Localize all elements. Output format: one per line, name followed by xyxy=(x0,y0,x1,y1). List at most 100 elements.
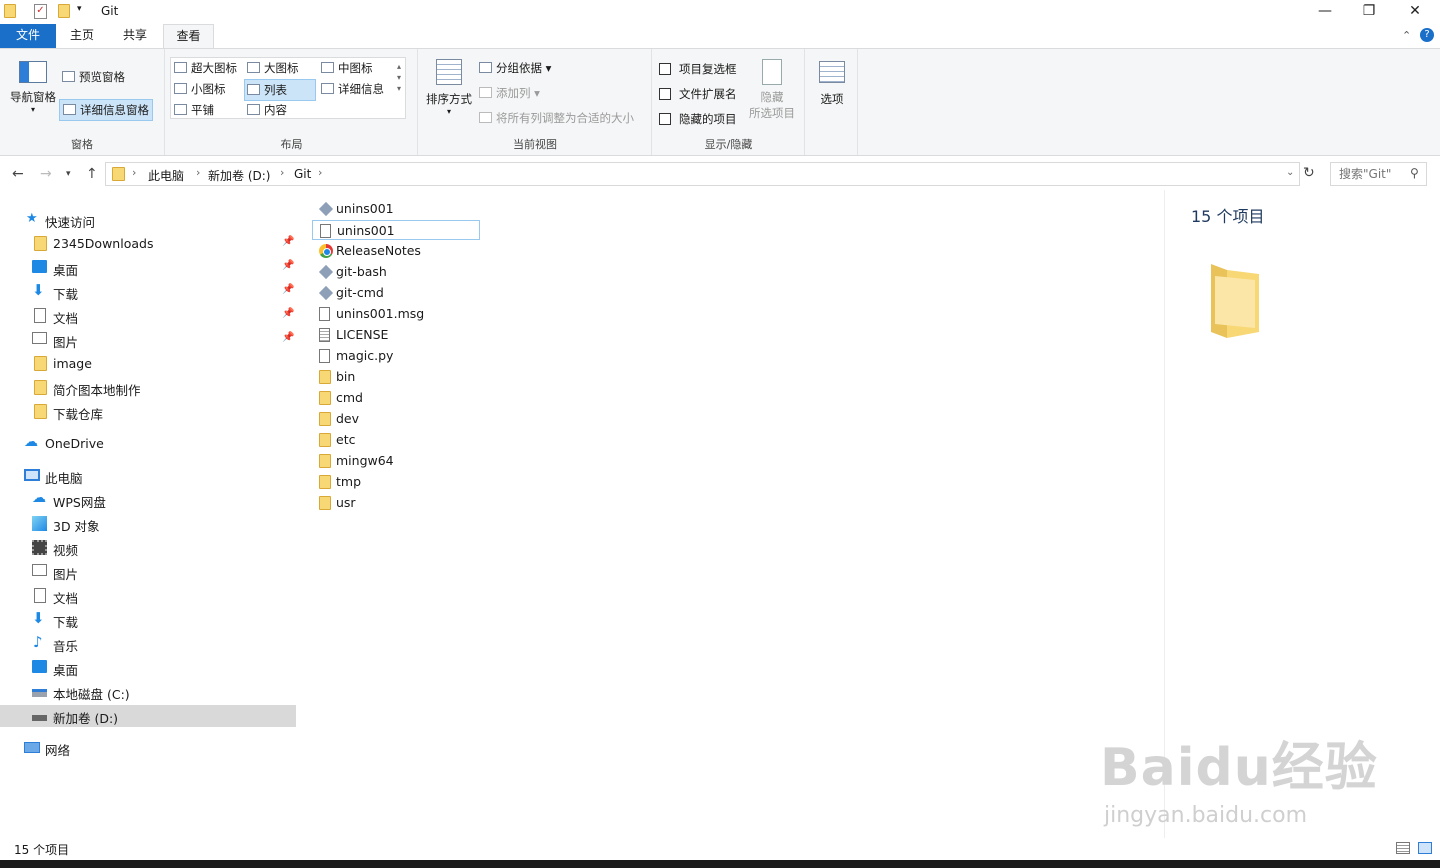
nav-item-drive-c[interactable]: 本地磁盘 (C:) xyxy=(0,681,296,703)
tab-view[interactable]: 查看 xyxy=(163,24,214,48)
nav-pane-button[interactable]: 导航窗格 ▾ xyxy=(6,61,60,114)
nav-item-pictures[interactable]: 图片 📌 xyxy=(0,329,296,351)
search-icon[interactable]: ⚲ xyxy=(1410,166,1419,180)
group-by-button[interactable]: 分组依据 ▾ xyxy=(479,60,551,76)
list-item[interactable]: etc xyxy=(312,430,480,450)
tab-home[interactable]: 主页 xyxy=(62,24,102,48)
nav-this-pc[interactable]: 此电脑 xyxy=(0,465,296,487)
preview-pane-button[interactable]: 预览窗格 xyxy=(62,69,125,85)
restore-icon[interactable]: ❐ xyxy=(1346,0,1392,24)
breadcrumb-git[interactable]: Git xyxy=(294,167,311,181)
address-bar[interactable]: › 此电脑 › 新加卷 (D:) › Git › ⌄ xyxy=(105,162,1300,186)
hidden-items-toggle[interactable]: 隐藏的项目 xyxy=(659,111,737,127)
list-item[interactable]: unins001 xyxy=(312,199,480,219)
up-icon[interactable]: ↑ xyxy=(86,166,98,182)
back-icon[interactable]: ← xyxy=(12,166,24,182)
nav-item-drive-d[interactable]: 新加卷 (D:) xyxy=(0,705,296,727)
chevron-right-icon[interactable]: › xyxy=(132,166,136,179)
search-box[interactable]: ⚲ xyxy=(1330,162,1427,186)
nav-item-pc-downloads[interactable]: ⬇ 下载 xyxy=(0,609,296,631)
new-folder-icon[interactable] xyxy=(58,4,70,18)
pin-icon[interactable]: 📌 xyxy=(282,236,294,247)
item-checkboxes-toggle[interactable]: 项目复选框 xyxy=(659,61,737,77)
file-extensions-checkbox[interactable] xyxy=(659,88,671,100)
nav-item-image[interactable]: image xyxy=(0,353,296,375)
nav-item-desktop[interactable]: 桌面 📌 xyxy=(0,257,296,279)
list-item[interactable]: mingw64 xyxy=(312,451,480,471)
breadcrumb-this-pc[interactable]: 此电脑 xyxy=(148,167,184,184)
properties-icon[interactable]: ✓ xyxy=(34,4,47,19)
list-item[interactable]: bin xyxy=(312,367,480,387)
chevron-right-icon[interactable]: › xyxy=(318,166,322,179)
add-columns-button[interactable]: 添加列 ▾ xyxy=(479,85,540,101)
gallery-scroll-icon[interactable]: ▴ ▾ ▾ xyxy=(397,61,401,94)
item-checkboxes-checkbox[interactable] xyxy=(659,63,671,75)
list-item[interactable]: usr xyxy=(312,493,480,513)
list-item[interactable]: unins001 xyxy=(312,220,480,240)
chevron-down-icon[interactable]: ⌄ xyxy=(1286,167,1294,178)
pin-icon[interactable]: 📌 xyxy=(282,308,294,319)
layout-xl-icons[interactable]: 超大图标 xyxy=(174,60,237,76)
layout-large-icons[interactable]: 大图标 xyxy=(247,60,299,76)
nav-item-3d-objects[interactable]: 3D 对象 xyxy=(0,513,296,535)
list-item[interactable]: dev xyxy=(312,409,480,429)
size-columns-button[interactable]: 将所有列调整为合适的大小 xyxy=(479,110,634,126)
layout-details[interactable]: 详细信息 xyxy=(321,81,384,97)
breadcrumb-drive-d[interactable]: 新加卷 (D:) xyxy=(208,167,270,184)
list-item[interactable]: unins001.msg xyxy=(312,304,480,324)
hidden-items-checkbox[interactable] xyxy=(659,113,671,125)
tab-file[interactable]: 文件 xyxy=(0,24,56,48)
chevron-right-icon[interactable]: › xyxy=(280,166,284,179)
nav-item-wps-drive[interactable]: ☁ WPS网盘 xyxy=(0,489,296,511)
nav-item-music[interactable]: ♪ 音乐 xyxy=(0,633,296,655)
layout-content[interactable]: 内容 xyxy=(247,102,287,118)
search-input[interactable] xyxy=(1339,167,1409,181)
desktop-icon xyxy=(32,660,47,673)
recent-locations-icon[interactable]: ▾ xyxy=(66,169,71,179)
nav-network[interactable]: 网络 xyxy=(0,737,296,759)
tab-share[interactable]: 共享 xyxy=(115,24,155,48)
nav-quick-access[interactable]: ★ 快速访问 xyxy=(0,209,296,231)
star-icon: ★ xyxy=(26,211,38,226)
pin-icon[interactable]: 📌 xyxy=(282,284,294,295)
collapse-ribbon-icon[interactable]: ⌃ xyxy=(1402,29,1411,42)
list-item[interactable]: git-cmd xyxy=(312,283,480,303)
file-extensions-toggle[interactable]: 文件扩展名 xyxy=(659,86,737,102)
help-icon[interactable]: ? xyxy=(1420,28,1434,42)
nav-onedrive[interactable]: ☁ OneDrive xyxy=(0,433,296,455)
hide-selected-button[interactable]: 隐藏 所选项目 xyxy=(747,59,797,121)
sort-by-button[interactable]: 排序方式 ▾ xyxy=(423,59,475,116)
nav-item-intro-images[interactable]: 简介图本地制作 xyxy=(0,377,296,399)
nav-item-downloads[interactable]: ⬇ 下载 📌 xyxy=(0,281,296,303)
nav-item-pc-documents[interactable]: 文档 xyxy=(0,585,296,607)
close-icon[interactable]: ✕ xyxy=(1392,0,1438,24)
list-item[interactable]: magic.py xyxy=(312,346,480,366)
chevron-right-icon[interactable]: › xyxy=(196,166,200,179)
list-item[interactable]: LICENSE xyxy=(312,325,480,345)
pin-icon[interactable]: 📌 xyxy=(282,332,294,343)
minimize-icon[interactable]: — xyxy=(1302,0,1348,24)
nav-item-videos[interactable]: 视频 xyxy=(0,537,296,559)
nav-item-download-repo[interactable]: 下载仓库 xyxy=(0,401,296,423)
layout-tiles[interactable]: 平铺 xyxy=(174,102,214,118)
nav-item-pc-pictures[interactable]: 图片 xyxy=(0,561,296,583)
list-item[interactable]: ReleaseNotes xyxy=(312,241,480,261)
list-item[interactable]: git-bash xyxy=(312,262,480,282)
nav-item-documents[interactable]: 文档 📌 xyxy=(0,305,296,327)
details-pane-button[interactable]: 详细信息窗格 xyxy=(59,99,153,121)
nav-item-2345downloads[interactable]: 2345Downloads 📌 xyxy=(0,233,296,255)
options-button[interactable]: 选项 xyxy=(814,61,850,107)
list-item[interactable]: cmd xyxy=(312,388,480,408)
details-view-icon[interactable] xyxy=(1396,842,1410,854)
layout-medium-icons[interactable]: 中图标 xyxy=(321,60,373,76)
layout-list[interactable]: 列表 xyxy=(244,79,316,101)
pin-icon[interactable]: 📌 xyxy=(282,260,294,271)
nav-item-pc-desktop[interactable]: 桌面 xyxy=(0,657,296,679)
layout-small-icons[interactable]: 小图标 xyxy=(174,81,226,97)
cube-icon xyxy=(32,516,47,531)
list-item[interactable]: tmp xyxy=(312,472,480,492)
customize-toolbar-icon[interactable]: ▾ xyxy=(77,4,82,14)
refresh-icon[interactable]: ↻ xyxy=(1303,165,1315,181)
large-icons-view-icon[interactable] xyxy=(1418,842,1432,854)
forward-icon[interactable]: → xyxy=(40,166,52,182)
